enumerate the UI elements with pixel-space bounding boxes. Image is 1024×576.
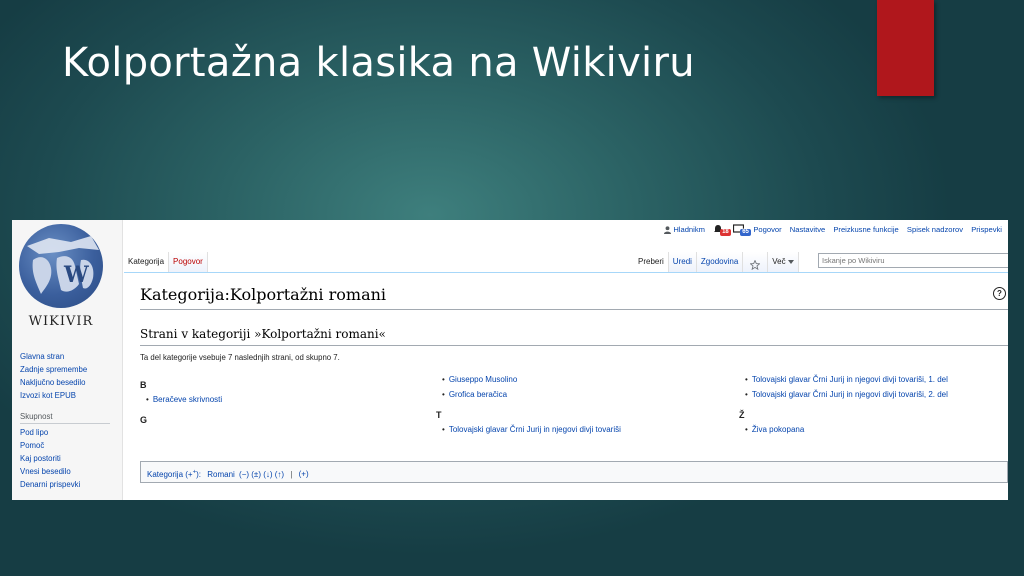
category-column-1: B Beračeve skrivnosti G: [140, 373, 222, 428]
view-tabs: Preberi Uredi Zgodovina Več: [634, 252, 799, 272]
search-input[interactable]: [818, 253, 1008, 268]
categories-label: Kategorija (+: [147, 469, 193, 479]
category-entry[interactable]: Živa pokopana: [739, 423, 948, 438]
add-category-button[interactable]: (+): [299, 470, 309, 479]
tab-talk[interactable]: Pogovor: [169, 252, 208, 272]
personal-link-beta[interactable]: Preizkusne funkcije: [833, 225, 898, 234]
tab-history[interactable]: Zgodovina: [696, 252, 744, 272]
category-entry[interactable]: Grofica beračica: [436, 388, 621, 403]
catlinks-separator: |: [290, 469, 293, 479]
category-entry[interactable]: Giuseppo Musolino: [436, 373, 621, 388]
username: Hladnikm: [673, 225, 705, 235]
sidebar-navigation: Glavna stran Zadnje spremembe Naključno …: [20, 350, 87, 402]
wiki-sidebar: W WIKIVIR Glavna stran Zadnje spremembe …: [12, 220, 123, 500]
sidebar-item-random[interactable]: Naključno besedilo: [20, 376, 87, 389]
chevron-down-icon: [787, 260, 794, 264]
notifications-bell-icon[interactable]: 18: [713, 224, 731, 236]
messages-count: 65: [740, 229, 751, 236]
messages-inbox-icon[interactable]: 65: [733, 224, 751, 236]
wikivir-logo-icon[interactable]: W: [19, 224, 103, 308]
sidebar-heading-community: Skupnost: [20, 412, 53, 421]
user-icon: [664, 226, 672, 234]
category-romani-link[interactable]: Romani: [207, 470, 235, 479]
tab-read[interactable]: Preberi: [634, 252, 669, 272]
personal-link-contributions[interactable]: Prispevki: [971, 225, 1002, 234]
category-links-bar: Kategorija (++): Romani (−) (±) (↓) (↑) …: [140, 461, 1008, 483]
category-pages-heading: Strani v kategoriji »Kolportažni romani«: [140, 327, 386, 341]
category-entry[interactable]: Tolovajski glavar Črni Jurij in njegovi …: [436, 423, 621, 438]
slide-title: Kolportažna klasika na Wikiviru: [62, 40, 695, 86]
namespace-tabs: Kategorija Pogovor: [124, 252, 208, 272]
category-entry[interactable]: Tolovajski glavar Črni Jurij in njegovi …: [739, 373, 948, 388]
tab-category[interactable]: Kategorija: [124, 252, 170, 272]
category-entry[interactable]: Beračeve skrivnosti: [140, 393, 222, 408]
sidebar-item-add-text[interactable]: Vnesi besedilo: [20, 465, 80, 478]
accent-bar: [877, 0, 934, 96]
sidebar-divider: [20, 423, 110, 424]
sidebar-item-recent-changes[interactable]: Zadnje spremembe: [20, 363, 87, 376]
category-summary: Ta del kategorije vsebuje 7 naslednjih s…: [140, 353, 340, 362]
subheading-divider: [140, 345, 1008, 346]
personal-link-watchlist[interactable]: Spisek nadzorov: [907, 225, 963, 234]
tab-edit[interactable]: Uredi: [668, 252, 697, 272]
sidebar-item-donate[interactable]: Denarni prispevki: [20, 478, 80, 491]
sidebar-item-export-epub[interactable]: Izvozi kot EPUB: [20, 389, 87, 402]
categories-link[interactable]: Kategorija (++):: [147, 469, 201, 479]
category-column-3: Tolovajski glavar Črni Jurij in njegovi …: [739, 373, 948, 438]
categories-label-end: ):: [196, 469, 201, 479]
sidebar-item-main-page[interactable]: Glavna stran: [20, 350, 87, 363]
help-icon[interactable]: ?: [993, 287, 1006, 300]
category-column-2: Giuseppo Musolino Grofica beračica T Tol…: [436, 373, 621, 438]
svg-text:W: W: [63, 262, 89, 288]
wiki-screenshot: W WIKIVIR Glavna stran Zadnje spremembe …: [12, 220, 1008, 500]
user-link[interactable]: Hladnikm: [664, 225, 705, 235]
heading-divider: [140, 309, 1008, 310]
letter-heading-b: B: [140, 380, 147, 390]
more-menu[interactable]: Več: [768, 252, 799, 272]
sidebar-item-village-pump[interactable]: Pod lipo: [20, 426, 80, 439]
letter-heading-t: T: [436, 410, 442, 420]
category-entry[interactable]: Tolovajski glavar Črni Jurij in njegovi …: [739, 388, 948, 403]
personal-tools: Hladnikm 18 65 Pogovor Nastavitve Preizk…: [664, 224, 1008, 236]
notifications-count: 18: [720, 229, 731, 236]
sidebar-item-todo[interactable]: Kaj postoriti: [20, 452, 80, 465]
hotcat-controls[interactable]: (−) (±) (↓) (↑): [239, 470, 284, 479]
watch-star-icon[interactable]: [743, 252, 769, 272]
letter-heading-g: G: [140, 415, 148, 425]
personal-link-talk[interactable]: Pogovor: [753, 225, 781, 234]
sidebar-community: Pod lipo Pomoč Kaj postoriti Vnesi besed…: [20, 426, 80, 491]
personal-link-preferences[interactable]: Nastavitve: [790, 225, 825, 234]
page-content: Kategorija:Kolportažni romani ? Strani v…: [124, 273, 1008, 500]
letter-heading-z-caron: Ž: [739, 410, 745, 420]
wikivir-wordmark: WIKIVIR: [28, 314, 94, 329]
page-title: Kategorija:Kolportažni romani: [140, 285, 387, 304]
more-menu-label: Več: [772, 257, 786, 266]
sidebar-item-help[interactable]: Pomoč: [20, 439, 80, 452]
